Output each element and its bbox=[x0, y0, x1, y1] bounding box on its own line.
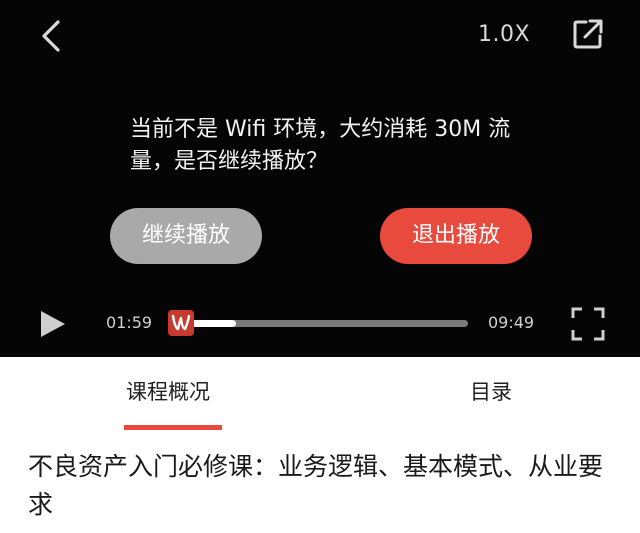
continue-playback-button[interactable]: 继续播放 bbox=[110, 208, 262, 264]
fullscreen-button[interactable] bbox=[570, 306, 606, 342]
playback-speed-button[interactable]: 1.0X bbox=[478, 20, 530, 50]
progress-handle[interactable] bbox=[168, 310, 194, 336]
play-button[interactable] bbox=[38, 308, 68, 340]
current-time: 01:59 bbox=[106, 313, 153, 332]
total-time: 09:49 bbox=[488, 313, 535, 332]
course-title: 不良资产入门必修课：业务逻辑、基本模式、从业要求 bbox=[28, 452, 604, 519]
tab-bar: 课程概况 目录 bbox=[0, 357, 640, 435]
active-tab-indicator bbox=[124, 425, 222, 430]
brand-logo-icon bbox=[171, 314, 191, 331]
back-icon bbox=[42, 20, 60, 52]
tab-table-of-contents[interactable]: 目录 bbox=[470, 377, 512, 407]
progress-track[interactable] bbox=[178, 320, 468, 327]
tab-course-overview[interactable]: 课程概况 bbox=[126, 377, 210, 407]
play-icon bbox=[41, 311, 65, 337]
fullscreen-icon bbox=[571, 307, 605, 341]
back-button[interactable] bbox=[36, 18, 68, 54]
video-player[interactable]: 1.0X 当前不是 Wifi 环境，大约消耗 30M 流量，是否继续播放？ 继续… bbox=[0, 0, 640, 357]
exit-playback-button[interactable]: 退出播放 bbox=[380, 208, 532, 264]
share-button[interactable] bbox=[570, 16, 606, 52]
share-icon bbox=[573, 19, 603, 49]
network-warning-message: 当前不是 Wifi 环境，大约消耗 30M 流量，是否继续播放？ bbox=[130, 117, 511, 174]
